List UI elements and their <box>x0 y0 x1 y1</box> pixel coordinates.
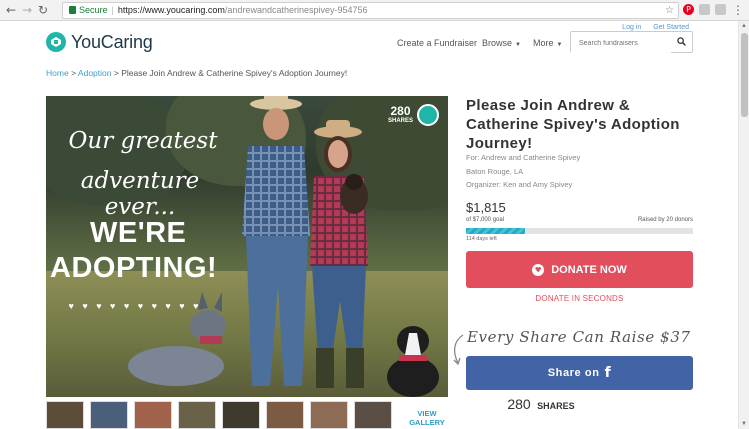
menu-kebab-icon[interactable]: ⋮ <box>731 3 745 17</box>
gallery-thumb[interactable] <box>222 401 260 429</box>
gallery-thumb[interactable] <box>178 401 216 429</box>
login-link[interactable]: Log in <box>622 24 641 31</box>
extension-icon[interactable] <box>715 4 726 15</box>
breadcrumb-current: Please Join Andrew & Catherine Spivey's … <box>121 68 348 78</box>
browser-toolbar: ← → ↻ Secure | https://www.youcaring.com/a… <box>0 0 749 21</box>
shares-number: 280 <box>507 396 531 412</box>
donate-now-label: DONATE NOW <box>551 263 627 276</box>
fundraiser-title: Please Join Andrew & Catherine Spivey's … <box>466 97 680 152</box>
progress-bar <box>466 228 693 234</box>
hero-script-line1: Our greatest <box>68 128 218 154</box>
logo-text: YouCaring <box>71 31 153 52</box>
browse-label: Browse <box>482 38 513 48</box>
chevron-down-icon: ▼ <box>515 42 521 48</box>
more-label: More <box>533 38 554 48</box>
breadcrumb: Home > Adoption > Please Join Andrew & C… <box>46 68 348 78</box>
youcaring-badge-icon <box>417 104 439 126</box>
donor-count: Raised by 20 donors <box>637 217 693 223</box>
hero-share-number: 280 <box>390 104 411 118</box>
gallery-thumbnails <box>46 401 448 429</box>
scroll-down-arrow-icon[interactable]: ▼ <box>739 419 749 429</box>
logo-mark-icon <box>46 32 66 52</box>
gallery-thumb[interactable] <box>310 401 348 429</box>
black-white-dog <box>387 326 439 397</box>
url-host: https://www.youcaring.com <box>117 5 225 15</box>
gallery-thumb[interactable] <box>354 401 392 429</box>
breadcrumb-adoption[interactable]: Adoption <box>78 68 112 78</box>
extension-icon[interactable] <box>699 4 710 15</box>
breadcrumb-home[interactable]: Home <box>46 68 69 78</box>
hero-big-line2: ADOPTING! <box>50 252 218 284</box>
search-icon[interactable] <box>677 37 686 46</box>
gallery-thumb[interactable] <box>134 401 172 429</box>
fundraiser-location: Baton Rouge, LA <box>466 167 524 176</box>
secure-label: Secure <box>79 5 108 15</box>
hero-script-line2: adventure ever... <box>80 168 200 220</box>
donate-now-button[interactable]: DONATE NOW <box>466 251 693 288</box>
progress-bar-fill <box>466 228 526 234</box>
get-started-link[interactable]: Get Started <box>653 24 689 31</box>
forward-arrow-icon[interactable]: → <box>20 3 34 17</box>
back-arrow-icon[interactable]: ← <box>4 3 18 17</box>
every-share-tagline: Every Share Can Raise $37 <box>467 328 691 346</box>
utility-links: Log in Get Started <box>612 24 689 31</box>
gallery-thumb[interactable] <box>46 401 84 429</box>
more-menu[interactable]: More ▼ <box>533 38 562 48</box>
view-gallery-link[interactable]: VIEW GALLERY <box>400 409 454 427</box>
swoosh-arrow-icon <box>453 334 464 366</box>
donate-heart-icon <box>532 263 545 276</box>
scroll-up-arrow-icon[interactable]: ▲ <box>739 21 749 31</box>
hero-share-label: SHARES <box>387 118 413 124</box>
hero-hearts: ♥ ♥ ♥ ♥ ♥ ♥ ♥ ♥ ♥ ♥ <box>68 301 202 311</box>
gallery-thumb[interactable] <box>90 401 128 429</box>
share-on-label: Share on <box>547 367 600 379</box>
youcaring-logo[interactable]: YouCaring <box>46 32 153 52</box>
share-on-facebook-button[interactable]: Share on f <box>466 356 693 390</box>
shares-label: SHARES <box>537 401 575 411</box>
days-left: 114 days left <box>466 236 497 242</box>
gallery-thumb[interactable] <box>266 401 304 429</box>
fundraiser-hero-image[interactable]: Our greatest adventure ever... ♥ ♥ ♥ ♥ ♥… <box>46 96 448 397</box>
donate-in-seconds-link[interactable]: DONATE IN SECONDS <box>466 294 693 303</box>
hero-big-line1: WE'RE <box>90 217 187 249</box>
fundraiser-beneficiary: For: Andrew and Catherine Spivey <box>466 153 581 162</box>
amount-raised: $1,815 <box>466 200 506 215</box>
hero-share-count: 280 SHARES <box>388 104 413 124</box>
shares-total: 280 SHARES <box>466 396 616 414</box>
url-path: /andrewandcatherinespivey-954756 <box>224 5 368 15</box>
search-box <box>570 31 693 54</box>
create-fundraiser-link[interactable]: Create a Fundraiser <box>397 38 477 48</box>
fundraiser-organizer: Organizer: Ken and Amy Spivey <box>466 180 573 189</box>
view-gallery-line1: VIEW <box>417 409 437 418</box>
scroll-thumb[interactable] <box>741 33 748 117</box>
lock-icon <box>69 5 76 14</box>
chevron-down-icon: ▼ <box>556 42 563 48</box>
search-input[interactable] <box>571 33 671 54</box>
view-gallery-line2: GALLERY <box>409 418 445 427</box>
bookmark-star-icon[interactable]: ☆ <box>665 3 674 18</box>
page-scrollbar[interactable]: ▲ ▼ <box>738 21 749 429</box>
goal-amount: of $7,000 goal <box>466 217 505 223</box>
pinterest-extension-icon[interactable]: P <box>683 4 694 15</box>
reload-icon[interactable]: ↻ <box>36 3 50 17</box>
facebook-icon: f <box>604 365 612 381</box>
address-bar[interactable]: Secure | https://www.youcaring.com/andrewa… <box>62 2 679 19</box>
browse-menu[interactable]: Browse ▼ <box>482 38 521 48</box>
